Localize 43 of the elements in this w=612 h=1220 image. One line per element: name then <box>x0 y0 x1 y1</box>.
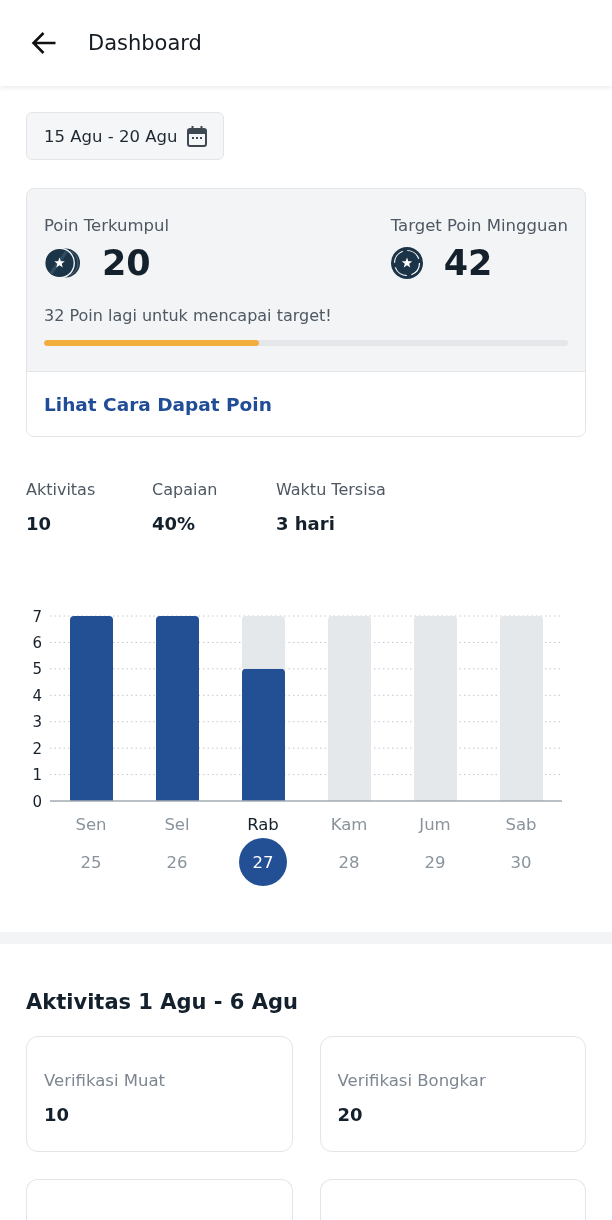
date-button[interactable]: 30 <box>497 838 545 886</box>
stat-label: Waktu Tersisa <box>276 479 386 501</box>
stat-label: Aktivitas <box>26 479 97 501</box>
date-button[interactable]: 25 <box>67 838 115 886</box>
date-button[interactable]: 29 <box>411 838 459 886</box>
axis-tick-label: 2 <box>32 739 42 758</box>
axis-tick-label: 0 <box>32 792 42 811</box>
calendar-icon <box>187 125 208 147</box>
axis-tick-label: 3 <box>32 713 42 732</box>
day-label: Sel <box>164 814 190 836</box>
coin-stack-icon <box>44 247 81 279</box>
stat-label: Capaian <box>152 479 219 501</box>
points-label: Poin Terkumpul <box>44 215 170 237</box>
coin-icon <box>390 247 423 279</box>
stat-value: 3 hari <box>276 513 336 535</box>
back-arrow-icon <box>31 31 57 55</box>
day-label: Kam <box>330 814 368 836</box>
stat-value: 40% <box>152 513 197 535</box>
date-button[interactable]: 27 <box>239 838 287 886</box>
axis-tick-label: 6 <box>32 633 42 652</box>
how-to-earn-link[interactable]: Lihat Cara Dapat Poin <box>44 393 272 415</box>
axis-tick-label: 1 <box>32 766 42 785</box>
points-value: 20 <box>102 243 151 283</box>
section-title: Aktivitas 1 Agu - 6 Agu <box>26 989 299 1016</box>
date-button[interactable]: 26 <box>153 838 201 886</box>
day-label: Rab <box>247 814 279 836</box>
activity-label: Verifikasi Muat <box>44 1070 166 1092</box>
activity-label: Verifikasi Bongkar <box>337 1070 487 1092</box>
axis-tick-label: 7 <box>32 607 42 626</box>
activity-value: 20 <box>337 1104 364 1126</box>
progress-message: 32 Poin lagi untuk mencapai target! <box>44 305 333 327</box>
axis-tick-label: 4 <box>32 686 42 705</box>
target-label: Target Poin Mingguan <box>390 215 568 237</box>
day-label: Sen <box>75 814 107 836</box>
page-title: Dashboard <box>88 30 202 57</box>
day-label: Jum <box>419 814 451 836</box>
activity-value: 10 <box>44 1104 71 1126</box>
axis-tick-label: 5 <box>32 660 42 679</box>
date-range-button[interactable]: 15 Agu - 20 Agu <box>26 112 225 160</box>
target-value: 42 <box>443 243 493 283</box>
date-button[interactable]: 28 <box>325 838 373 886</box>
day-label: Sab <box>505 814 537 836</box>
stat-value: 10 <box>26 513 53 535</box>
